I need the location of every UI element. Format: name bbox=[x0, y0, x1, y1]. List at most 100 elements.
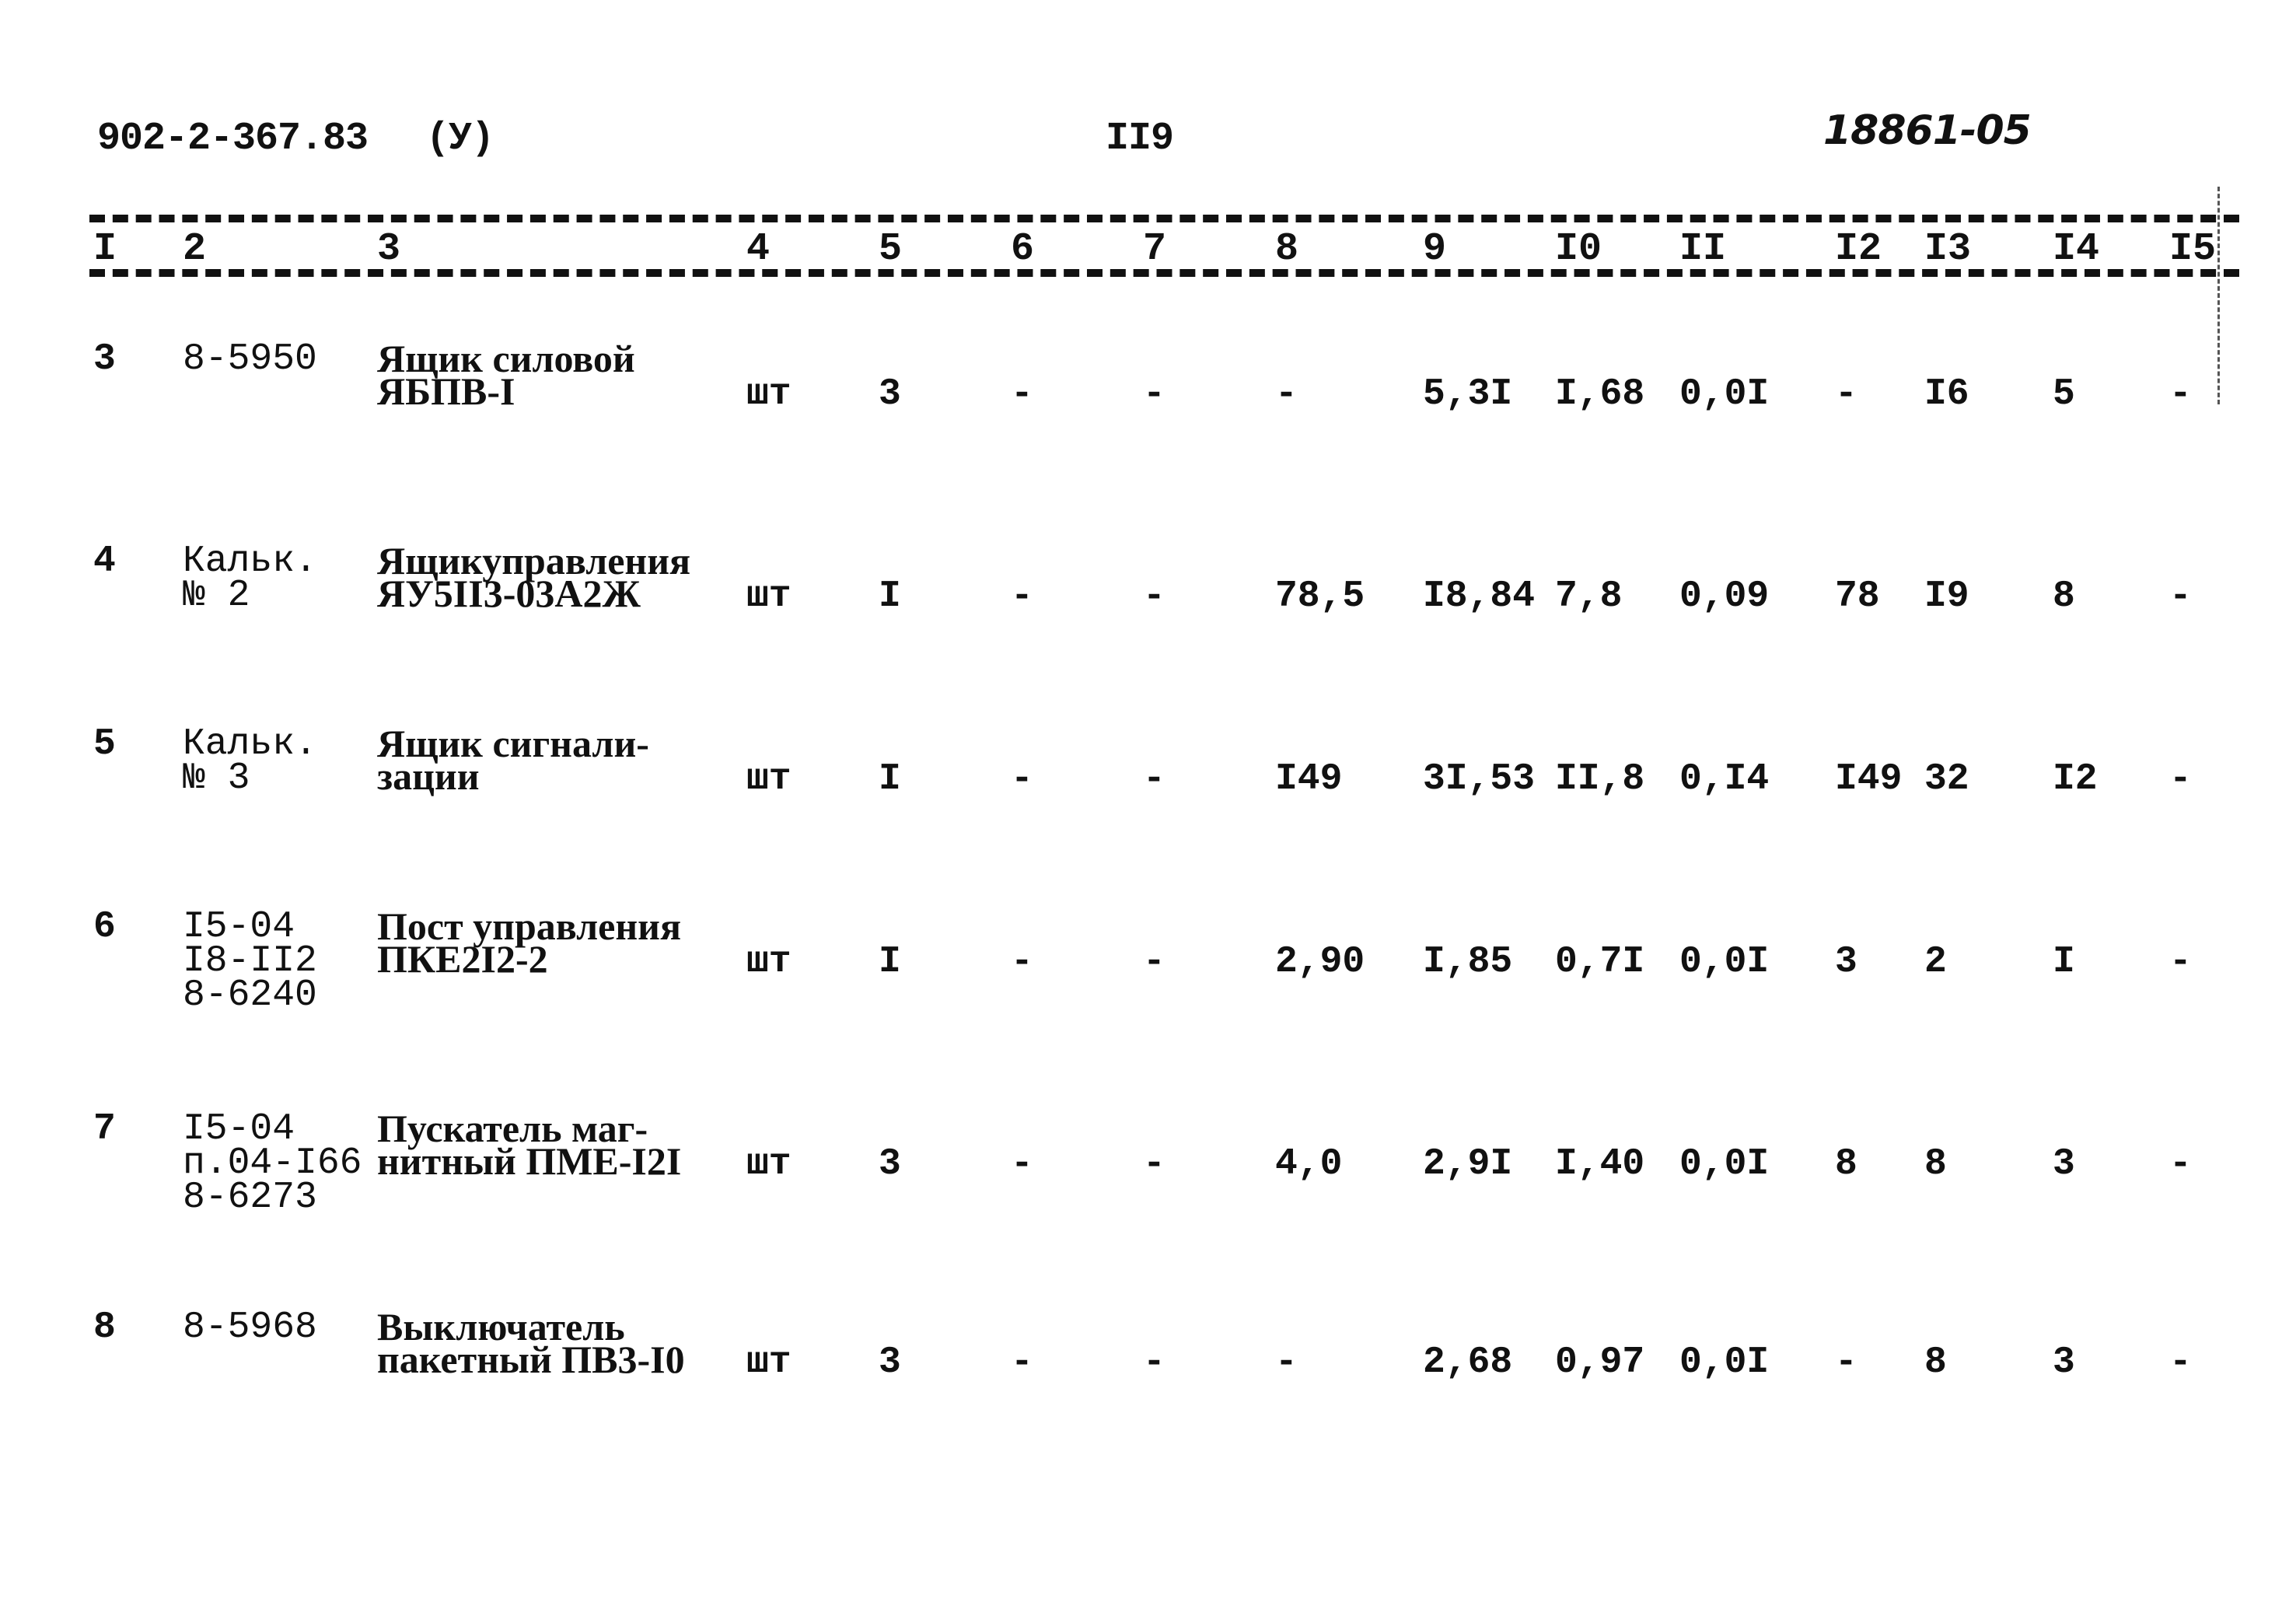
col-10: I,68 bbox=[1555, 373, 1645, 415]
col-8: 78,5 bbox=[1275, 575, 1365, 617]
col-10: 0,7I bbox=[1555, 941, 1645, 983]
col-9: 2,9I bbox=[1423, 1143, 1513, 1185]
col-9: I,85 bbox=[1423, 941, 1513, 983]
unit: шт bbox=[746, 758, 792, 800]
col-6: - bbox=[1011, 1341, 1033, 1383]
col-11: 0,0I bbox=[1679, 1341, 1770, 1383]
column-header-5: 5 bbox=[879, 227, 903, 271]
quantity: I bbox=[879, 941, 901, 983]
quantity: 3 bbox=[879, 1341, 901, 1383]
col-15: - bbox=[2169, 575, 2192, 617]
quantity: I bbox=[879, 758, 901, 800]
col-14: I bbox=[2053, 941, 2075, 983]
col-15: - bbox=[2169, 758, 2192, 800]
col-8: I49 bbox=[1275, 758, 1343, 800]
page-number: II9 bbox=[1106, 117, 1174, 161]
col-9: I8,84 bbox=[1423, 575, 1536, 617]
col-6: - bbox=[1011, 575, 1033, 617]
col-14: 3 bbox=[2053, 1143, 2075, 1185]
col-7: - bbox=[1143, 1143, 1165, 1185]
col-12: 8 bbox=[1835, 1143, 1857, 1185]
item-number: 8 bbox=[93, 1306, 116, 1348]
col-11: 0,I4 bbox=[1679, 758, 1770, 800]
col-15: - bbox=[2169, 941, 2192, 983]
col-8: - bbox=[1275, 373, 1298, 415]
col-14: I2 bbox=[2053, 758, 2098, 800]
column-header-8: 8 bbox=[1275, 227, 1299, 271]
column-header-7: 7 bbox=[1143, 227, 1167, 271]
quantity: 3 bbox=[879, 373, 901, 415]
col-14: 8 bbox=[2053, 575, 2075, 617]
item-number: 3 bbox=[93, 338, 116, 380]
col-8: 4,0 bbox=[1275, 1143, 1343, 1185]
unit: шт bbox=[746, 575, 792, 617]
col-11: 0,0I bbox=[1679, 1143, 1770, 1185]
col-10: II,8 bbox=[1555, 758, 1645, 800]
col-7: - bbox=[1143, 575, 1165, 617]
col-10: I,40 bbox=[1555, 1143, 1645, 1185]
column-header-15: I5 bbox=[2169, 227, 2217, 271]
column-header-4: 4 bbox=[746, 227, 771, 271]
col-13: 2 bbox=[1924, 941, 1947, 983]
item-number: 6 bbox=[93, 906, 116, 948]
column-header-6: 6 bbox=[1011, 227, 1035, 271]
col-13: 8 bbox=[1924, 1341, 1947, 1383]
col-6: - bbox=[1011, 1143, 1033, 1185]
col-7: - bbox=[1143, 1341, 1165, 1383]
item-name: Пост управления ПКЕ2I2-2 bbox=[377, 904, 682, 981]
column-header-9: 9 bbox=[1423, 227, 1447, 271]
col-14: 5 bbox=[2053, 373, 2075, 415]
column-header-10: I0 bbox=[1555, 227, 1602, 271]
item-name: Ящик сигнали- зации bbox=[377, 722, 649, 798]
col-15: - bbox=[2169, 373, 2192, 415]
col-11: 0,0I bbox=[1679, 373, 1770, 415]
reference-code: Кальк. № 3 bbox=[183, 723, 317, 799]
column-header-12: I2 bbox=[1835, 227, 1882, 271]
col-7: - bbox=[1143, 941, 1165, 983]
col-8: 2,90 bbox=[1275, 941, 1365, 983]
col-14: 3 bbox=[2053, 1341, 2075, 1383]
unit: шт bbox=[746, 941, 792, 983]
item-number: 4 bbox=[93, 540, 116, 582]
reference-code: I5-04 I8-II2 8-6240 bbox=[183, 906, 317, 1016]
unit: шт bbox=[746, 1143, 792, 1185]
col-12: - bbox=[1835, 1341, 1857, 1383]
col-6: - bbox=[1011, 758, 1033, 800]
col-11: 0,0I bbox=[1679, 941, 1770, 983]
col-9: 5,3I bbox=[1423, 373, 1513, 415]
column-header-3: 3 bbox=[377, 227, 401, 271]
item-name: Ящикуправления ЯУ5II3-03А2Ж bbox=[377, 539, 691, 615]
inventory-stamp: 18861-05 bbox=[1823, 107, 2032, 154]
col-12: 78 bbox=[1835, 575, 1880, 617]
col-13: I6 bbox=[1924, 373, 1969, 415]
col-15: - bbox=[2169, 1143, 2192, 1185]
item-name: Ящик силовой ЯБПВ-I bbox=[377, 337, 635, 413]
col-8: - bbox=[1275, 1341, 1298, 1383]
col-9: 3I,53 bbox=[1423, 758, 1536, 800]
column-header-1: I bbox=[93, 227, 117, 271]
quantity: 3 bbox=[879, 1143, 901, 1185]
reference-code: 8-5968 bbox=[183, 1306, 317, 1348]
quantity: I bbox=[879, 575, 901, 617]
column-header-13: I3 bbox=[1924, 227, 1972, 271]
col-6: - bbox=[1011, 373, 1033, 415]
column-header-2: 2 bbox=[183, 227, 207, 271]
item-name: Выключатель пакетный ПВ3-I0 bbox=[377, 1305, 685, 1381]
item-number: 7 bbox=[93, 1108, 116, 1150]
col-13: 8 bbox=[1924, 1143, 1947, 1185]
col-10: 7,8 bbox=[1555, 575, 1623, 617]
col-6: - bbox=[1011, 941, 1033, 983]
item-name: Пускатель маг- нитный ПМЕ-I2I bbox=[377, 1107, 682, 1183]
col-13: 32 bbox=[1924, 758, 1969, 800]
reference-code: 8-5950 bbox=[183, 338, 317, 380]
unit: шт bbox=[746, 373, 792, 415]
col-12: - bbox=[1835, 373, 1857, 415]
col-10: 0,97 bbox=[1555, 1341, 1645, 1383]
col-12: 3 bbox=[1835, 941, 1857, 983]
col-9: 2,68 bbox=[1423, 1341, 1513, 1383]
col-15: - bbox=[2169, 1341, 2192, 1383]
document-suffix: (У) bbox=[426, 117, 494, 161]
col-13: I9 bbox=[1924, 575, 1969, 617]
item-number: 5 bbox=[93, 723, 116, 765]
col-12: I49 bbox=[1835, 758, 1903, 800]
